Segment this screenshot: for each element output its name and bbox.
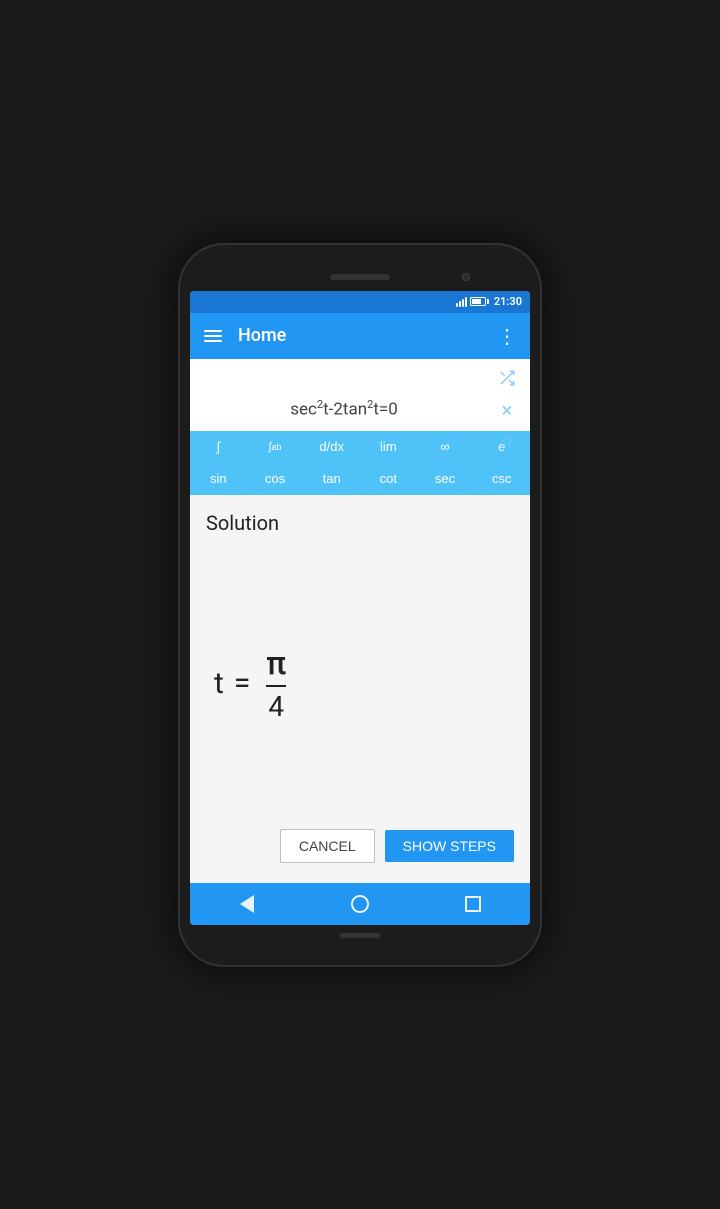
camera <box>462 273 470 281</box>
signal-bar-1 <box>456 303 458 307</box>
phone-top-bar <box>190 263 530 291</box>
signal-bar-2 <box>459 301 461 307</box>
keyboard-row-2: sin cos tan cot sec csc <box>190 463 530 495</box>
formula-text: sec2t-2tan2t=0 <box>290 398 398 420</box>
clear-icon[interactable]: × <box>496 399 518 421</box>
main-content: × ☆ sec2t-2tan2t=0 ∫ ∫ab d/dx lim <box>190 359 530 883</box>
solution-formula: t = π 4 <box>206 547 514 821</box>
show-steps-button[interactable]: Show steps <box>385 830 514 862</box>
battery-fill <box>472 299 482 304</box>
home-button[interactable] <box>345 889 375 919</box>
hamburger-line <box>204 335 222 337</box>
signal-bar-3 <box>462 299 464 307</box>
solution-fraction: π 4 <box>266 644 286 723</box>
app-bar: Home ⋮ <box>190 313 530 359</box>
key-cos[interactable]: cos <box>247 463 304 495</box>
signal-icon <box>456 297 467 307</box>
formula-display: sec2t-2tan2t=0 <box>206 371 514 431</box>
battery-tip <box>487 299 489 304</box>
key-sec[interactable]: sec <box>417 463 474 495</box>
solution-equals: = <box>234 666 250 701</box>
keyboard: ∫ ∫ab d/dx lim ∞ e sin cos tan cot sec c… <box>190 431 530 495</box>
favorite-icon[interactable]: ☆ <box>496 431 518 453</box>
key-definite-integral[interactable]: ∫ab <box>247 431 304 463</box>
key-cot[interactable]: cot <box>360 463 417 495</box>
back-icon <box>240 895 254 913</box>
signal-bar-4 <box>465 297 467 307</box>
action-buttons: Cancel Show steps <box>206 821 514 867</box>
shuffle-icon[interactable] <box>496 367 518 389</box>
key-integral[interactable]: ∫ <box>190 431 247 463</box>
key-infinity[interactable]: ∞ <box>417 431 474 463</box>
phone-frame: 21:30 Home ⋮ <box>180 245 540 965</box>
solution-variable: t <box>214 666 224 701</box>
back-button[interactable] <box>232 889 262 919</box>
more-options-icon[interactable]: ⋮ <box>497 324 516 348</box>
key-sin[interactable]: sin <box>190 463 247 495</box>
battery-body <box>470 297 486 306</box>
solution-numerator: π <box>266 644 286 682</box>
solution-label: Solution <box>206 511 514 535</box>
hamburger-menu-icon[interactable] <box>204 330 222 342</box>
recents-button[interactable] <box>458 889 488 919</box>
action-icons: × ☆ <box>496 367 518 453</box>
bottom-nav <box>190 883 530 925</box>
status-time: 21:30 <box>494 295 522 308</box>
speaker <box>330 274 390 280</box>
status-bar: 21:30 <box>190 291 530 313</box>
status-icons: 21:30 <box>456 295 522 308</box>
calc-input-area: × ☆ sec2t-2tan2t=0 <box>190 359 530 431</box>
key-tan[interactable]: tan <box>303 463 360 495</box>
keyboard-row-1: ∫ ∫ab d/dx lim ∞ e <box>190 431 530 463</box>
solution-math: t = π 4 <box>214 644 286 723</box>
hamburger-line <box>204 330 222 332</box>
recents-icon <box>465 896 481 912</box>
fraction-line <box>266 685 286 687</box>
app-title: Home <box>238 325 497 346</box>
solution-panel: Solution t = π 4 Cancel Sho <box>190 495 530 883</box>
physical-home-button <box>340 933 380 938</box>
solution-denominator: 4 <box>268 690 284 723</box>
key-csc[interactable]: csc <box>473 463 530 495</box>
battery-icon <box>470 297 489 306</box>
phone-screen: 21:30 Home ⋮ <box>190 291 530 925</box>
key-limit[interactable]: lim <box>360 431 417 463</box>
cancel-button[interactable]: Cancel <box>280 829 375 863</box>
phone-bottom-bar <box>190 925 530 947</box>
key-derivative[interactable]: d/dx <box>303 431 360 463</box>
home-icon <box>351 895 369 913</box>
hamburger-line <box>204 340 222 342</box>
